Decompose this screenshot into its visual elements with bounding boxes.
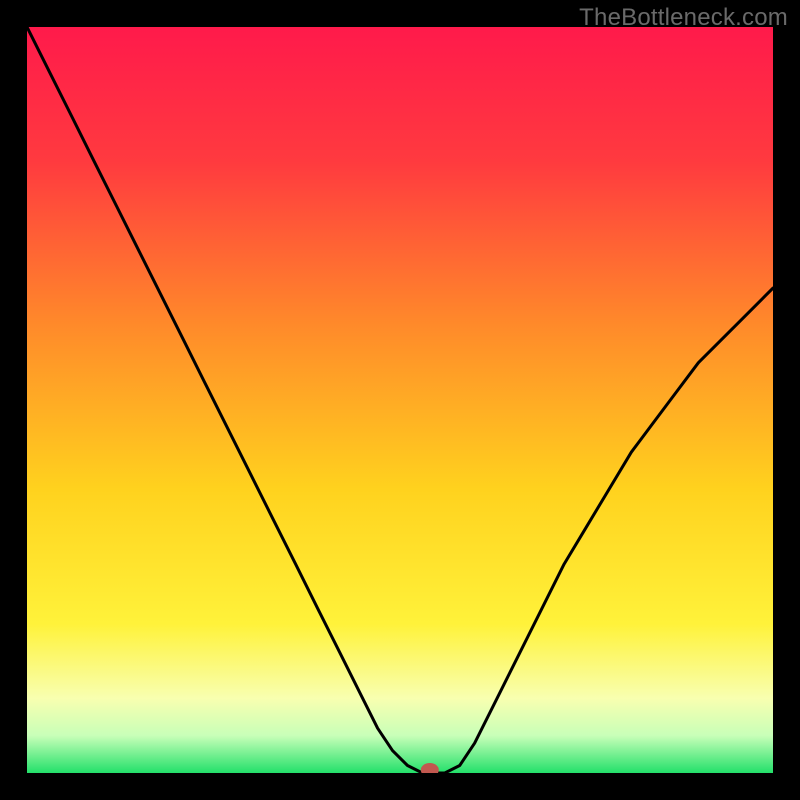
gradient-background: [27, 27, 773, 773]
bottleneck-chart: [27, 27, 773, 773]
watermark-text: TheBottleneck.com: [579, 4, 788, 32]
chart-frame: TheBottleneck.com: [0, 0, 800, 800]
